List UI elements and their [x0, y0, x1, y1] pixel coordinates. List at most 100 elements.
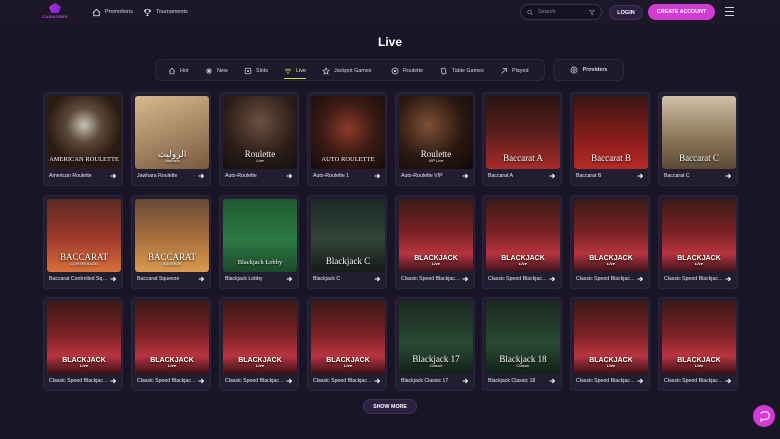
- play-arrow-icon[interactable]: [724, 275, 732, 283]
- game-thumbnail[interactable]: Baccarat B: [574, 96, 648, 169]
- category-slots[interactable]: Slots: [244, 60, 268, 82]
- search-input[interactable]: [538, 9, 584, 15]
- game-thumbnail[interactable]: BLACKJACK Live: [662, 301, 736, 374]
- play-arrow-icon[interactable]: [109, 275, 117, 283]
- play-arrow-icon[interactable]: [197, 377, 205, 385]
- category-table-games[interactable]: Table Games: [440, 60, 484, 82]
- play-arrow-icon[interactable]: [285, 172, 293, 180]
- game-card[interactable]: BLACKJACK Live Classic Speed Blackjack 13: [43, 297, 123, 391]
- game-card[interactable]: BLACKJACK Live Classic Speed Blackjack 10: [395, 195, 475, 289]
- site-logo[interactable]: CASINOREX: [40, 3, 70, 21]
- game-card[interactable]: الرولیت Jawhara Jawhara Roulette: [131, 92, 211, 186]
- category-hot[interactable]: Hot: [168, 60, 188, 82]
- game-thumbnail[interactable]: BLACKJACK Live: [574, 301, 648, 374]
- game-thumbnail[interactable]: Blackjack 17 Classic: [399, 301, 473, 374]
- play-arrow-icon[interactable]: [197, 172, 205, 180]
- game-card[interactable]: Blackjack C Blackjack C: [307, 195, 387, 289]
- play-arrow-icon[interactable]: [461, 377, 469, 385]
- game-name: Classic Speed Blackjack 10: [488, 276, 548, 282]
- nav-promotions[interactable]: Promotions: [92, 6, 133, 18]
- game-card[interactable]: BLACKJACK Live Classic Speed Blackjack 14: [131, 297, 211, 391]
- game-card[interactable]: Baccarat C Baccarat C: [658, 92, 738, 186]
- game-thumbnail[interactable]: Baccarat C: [662, 96, 736, 169]
- play-arrow-icon[interactable]: [548, 377, 556, 385]
- game-card[interactable]: AMERICAN ROULETTE American Roulette: [43, 92, 123, 186]
- play-arrow-icon[interactable]: [548, 172, 556, 180]
- game-card[interactable]: BLACKJACK Live Classic Speed Blackjack 11: [570, 195, 650, 289]
- play-arrow-icon[interactable]: [636, 377, 644, 385]
- play-arrow-icon[interactable]: [285, 377, 293, 385]
- game-thumbnail[interactable]: BLACKJACK Live: [486, 199, 560, 272]
- create-account-button[interactable]: CREATE ACCOUNT: [648, 4, 715, 20]
- game-card[interactable]: Roulette Live Auto-Roulette: [219, 92, 299, 186]
- show-more-button[interactable]: SHOW MORE: [363, 399, 417, 414]
- game-card[interactable]: BLACKJACK Live Classic Speed Blackjack 2: [658, 297, 738, 391]
- game-logo-subtitle: Live: [694, 363, 703, 368]
- category-played[interactable]: Played: [500, 60, 528, 82]
- game-thumbnail[interactable]: BLACKJACK Live: [47, 301, 121, 374]
- search-box[interactable]: [520, 4, 602, 20]
- game-card[interactable]: Roulette VIP Live Auto-Roulette VIP: [395, 92, 475, 186]
- filter-icon[interactable]: [589, 9, 595, 16]
- play-arrow-icon[interactable]: [636, 275, 644, 283]
- game-thumbnail[interactable]: Blackjack 18 Classic: [486, 301, 560, 374]
- game-logo-text: Roulette Live: [223, 150, 297, 163]
- game-thumbnail[interactable]: BLACKJACK Live: [223, 301, 297, 374]
- game-thumbnail[interactable]: BLACKJACK Live: [574, 199, 648, 272]
- game-thumbnail[interactable]: Roulette VIP Live: [399, 96, 473, 169]
- nav-tournaments[interactable]: Tournaments: [143, 6, 188, 18]
- game-thumbnail[interactable]: Baccarat A: [486, 96, 560, 169]
- play-arrow-icon[interactable]: [373, 172, 381, 180]
- game-card[interactable]: Baccarat B Baccarat B: [570, 92, 650, 186]
- game-card[interactable]: BLACKJACK Live Classic Speed Blackjack 10: [482, 195, 562, 289]
- play-arrow-icon[interactable]: [285, 275, 293, 283]
- game-thumbnail[interactable]: الرولیت Jawhara: [135, 96, 209, 169]
- game-card[interactable]: BLACKJACK Live Classic Speed Blackjack 19: [570, 297, 650, 391]
- menu-icon[interactable]: [725, 7, 734, 16]
- play-arrow-icon[interactable]: [724, 172, 732, 180]
- play-arrow-icon[interactable]: [636, 172, 644, 180]
- game-card[interactable]: BACCARAT CONTROLLED Baccarat Controlled Sq…: [43, 195, 123, 289]
- game-name: Classic Speed Blackjack 10: [401, 276, 461, 282]
- game-thumbnail[interactable]: Blackjack Lobby: [223, 199, 297, 272]
- play-arrow-icon[interactable]: [373, 377, 381, 385]
- category-jackpot-games[interactable]: Jackpot Games: [322, 60, 371, 82]
- new-icon: [205, 67, 213, 75]
- search-icon: [527, 9, 533, 15]
- play-arrow-icon[interactable]: [461, 275, 469, 283]
- game-card[interactable]: Baccarat A Baccarat A: [482, 92, 562, 186]
- game-thumbnail[interactable]: Roulette Live: [223, 96, 297, 169]
- login-button[interactable]: LOGIN: [609, 5, 643, 20]
- game-card[interactable]: Blackjack 17 Classic Blackjack Classic 17: [395, 297, 475, 391]
- game-thumbnail[interactable]: BACCARAT SQUEEZE: [135, 199, 209, 272]
- game-card[interactable]: BACCARAT SQUEEZE Baccarat Squeeze: [131, 195, 211, 289]
- category-roulette[interactable]: Roulette: [391, 60, 423, 82]
- play-arrow-icon[interactable]: [548, 275, 556, 283]
- game-logo-text: BLACKJACK Live: [574, 357, 648, 368]
- game-thumbnail[interactable]: AMERICAN ROULETTE: [47, 96, 121, 169]
- play-arrow-icon[interactable]: [109, 377, 117, 385]
- game-card[interactable]: Blackjack 18 Classic Blackjack Classic 18: [482, 297, 562, 391]
- game-thumbnail[interactable]: BLACKJACK Live: [662, 199, 736, 272]
- game-card[interactable]: Blackjack Lobby Blackjack Lobby: [219, 195, 299, 289]
- game-thumbnail[interactable]: BLACKJACK Live: [399, 199, 473, 272]
- category-live[interactable]: Live: [284, 60, 306, 82]
- play-arrow-icon[interactable]: [461, 172, 469, 180]
- game-thumbnail[interactable]: Blackjack C: [311, 199, 385, 272]
- play-arrow-icon[interactable]: [109, 172, 117, 180]
- providers-button[interactable]: Providers: [553, 59, 624, 81]
- game-card[interactable]: BLACKJACK Live Classic Speed Blackjack 15: [219, 297, 299, 391]
- category-new[interactable]: New: [205, 60, 228, 82]
- chat-button[interactable]: [753, 405, 775, 427]
- game-thumbnail[interactable]: AUTO ROULETTE: [311, 96, 385, 169]
- game-card[interactable]: AUTO ROULETTE Auto-Roulette 1: [307, 92, 387, 186]
- game-card[interactable]: BLACKJACK Live Classic Speed Blackjack 12: [658, 195, 738, 289]
- game-thumbnail[interactable]: BLACKJACK Live: [311, 301, 385, 374]
- game-thumbnail[interactable]: BLACKJACK Live: [135, 301, 209, 374]
- game-card[interactable]: BLACKJACK Live Classic Speed Blackjack 16: [307, 297, 387, 391]
- play-arrow-icon[interactable]: [197, 275, 205, 283]
- game-name: Baccarat B: [576, 173, 602, 179]
- game-thumbnail[interactable]: BACCARAT CONTROLLED: [47, 199, 121, 272]
- play-arrow-icon[interactable]: [724, 377, 732, 385]
- play-arrow-icon[interactable]: [373, 275, 381, 283]
